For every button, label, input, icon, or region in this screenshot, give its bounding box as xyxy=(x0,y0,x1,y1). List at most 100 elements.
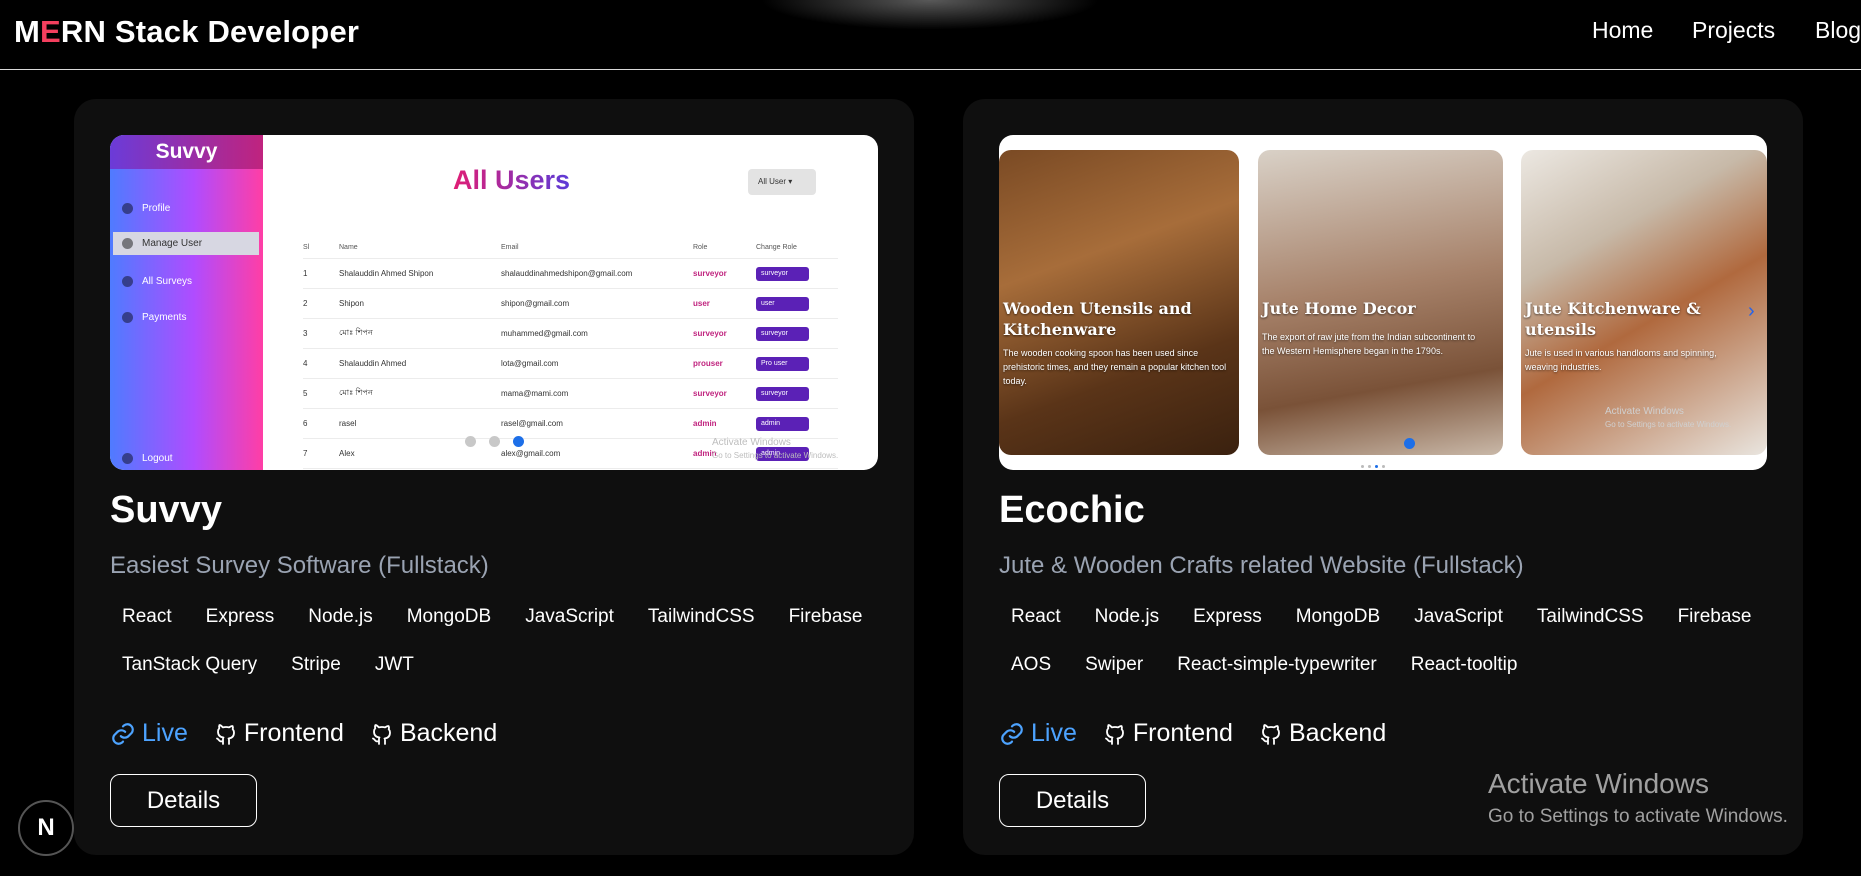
project-screenshot[interactable]: Wooden Utensils and Kitchenware The wood… xyxy=(999,135,1767,470)
windows-activation-watermark: Activate Windows Go to Settings to activ… xyxy=(1488,768,1788,828)
preview-menu-logout: Logout xyxy=(122,453,173,464)
tag: React-tooltip xyxy=(1410,654,1518,675)
carousel-dot-active[interactable] xyxy=(1404,438,1415,449)
tech-tags: React Express Node.js MongoDB JavaScript… xyxy=(110,604,890,700)
carousel-dots xyxy=(465,436,537,447)
dollar-icon xyxy=(122,312,133,323)
logo-text: RN Stack Developer xyxy=(60,14,360,49)
carousel-dot[interactable] xyxy=(1382,465,1385,468)
tag: Express xyxy=(205,606,275,627)
tag: JWT xyxy=(374,654,414,675)
github-icon xyxy=(215,723,235,745)
user-icon xyxy=(122,203,133,214)
carousel-dot-active[interactable] xyxy=(513,436,524,447)
preview-brand: Suvvy xyxy=(110,135,263,169)
link-icon xyxy=(112,722,134,745)
tag: MongoDB xyxy=(406,606,492,627)
live-link[interactable]: Live xyxy=(110,719,188,748)
details-button[interactable]: Details xyxy=(110,774,257,827)
nav-blog[interactable]: Blog xyxy=(1815,17,1861,44)
link-icon xyxy=(1001,722,1023,745)
project-links: Live Frontend Backend xyxy=(999,719,1412,748)
activate-subtitle: Go to Settings to activate Windows. xyxy=(1488,806,1788,827)
chevron-right-icon[interactable]: › xyxy=(1748,300,1755,323)
slide-jute-kitchenware: Jute Kitchenware & utensils Jute is used… xyxy=(1521,150,1767,455)
tech-tags: React Node.js Express MongoDB JavaScript… xyxy=(999,604,1779,700)
tag: React xyxy=(122,606,172,627)
slide-wooden-utensils: Wooden Utensils and Kitchenware The wood… xyxy=(999,150,1239,455)
logo-letter-e: E xyxy=(40,14,61,49)
table-row: 1 Shalauddin Ahmed Shipon shalauddinahmeds… xyxy=(303,259,838,289)
live-link[interactable]: Live xyxy=(999,719,1077,748)
carousel-dot-active[interactable] xyxy=(1375,465,1378,468)
tag: MongoDB xyxy=(1295,606,1381,627)
tag: React xyxy=(1011,606,1061,627)
list-icon xyxy=(122,276,133,287)
preview-filter-select: All User ▾ xyxy=(748,169,816,195)
preview-menu-all-surveys: All Surveys xyxy=(122,276,192,287)
top-navbar: MERN Stack Developer Home Projects Blog xyxy=(0,0,1861,70)
logo-letter-m: M xyxy=(14,14,41,49)
github-icon xyxy=(372,723,391,745)
nav-home[interactable]: Home xyxy=(1592,17,1653,44)
table-row: 5 মোঃ শিপন mama@mami.com surveyor surveyor xyxy=(303,379,838,409)
tag: Node.js xyxy=(308,606,373,627)
tag: JavaScript xyxy=(1414,606,1503,627)
preview-watermark: Activate Windows Go to Settings to activ… xyxy=(1605,406,1732,429)
tag: TailwindCSS xyxy=(1536,606,1644,627)
logout-icon xyxy=(122,453,133,464)
project-title: Ecochic xyxy=(999,489,1145,531)
tag: AOS xyxy=(1011,654,1052,675)
preview-menu-payments: Payments xyxy=(122,312,186,323)
tag: Firebase xyxy=(1677,606,1752,627)
nav-projects[interactable]: Projects xyxy=(1692,17,1775,44)
carousel-dot[interactable] xyxy=(465,436,476,447)
preview-menu-profile: Profile xyxy=(122,203,170,214)
table-row: 2 Shipon shipon@gmail.com user user xyxy=(303,289,838,319)
table-header: Sl Name Email Role Change Role xyxy=(303,237,838,259)
header-glow xyxy=(760,0,1100,30)
github-icon xyxy=(1104,723,1124,745)
details-button[interactable]: Details xyxy=(999,774,1146,827)
frontend-link[interactable]: Frontend xyxy=(1103,719,1233,748)
tag: Swiper xyxy=(1085,654,1144,675)
project-screenshot[interactable]: Suvvy Profile Manage User All Surveys Pa… xyxy=(110,135,878,470)
tag-row: React Node.js Express MongoDB JavaScript… xyxy=(999,604,1779,630)
preview-page-title: All Users xyxy=(453,165,571,195)
tag: TanStack Query xyxy=(122,654,258,675)
preview-sidebar xyxy=(110,135,263,470)
activate-title: Activate Windows xyxy=(1488,768,1709,799)
backend-link[interactable]: Backend xyxy=(370,719,497,748)
project-card-suvvy: Suvvy Profile Manage User All Surveys Pa… xyxy=(74,99,914,855)
project-title: Suvvy xyxy=(110,489,222,531)
preview-watermark: Activate Windows Go to Settings to activ… xyxy=(712,437,839,460)
project-links: Live Frontend Backend xyxy=(110,719,523,748)
tag-row: React Express Node.js MongoDB JavaScript… xyxy=(110,604,890,630)
preview-menu-manage-user: Manage User xyxy=(113,232,259,255)
slide-jute-home-decor: Jute Home Decor The export of raw jute f… xyxy=(1258,150,1503,455)
tag: Stripe xyxy=(291,654,341,675)
preview-users-table: Sl Name Email Role Change Role 1 Shalauddin A… xyxy=(303,237,838,469)
project-card-ecochic: Wooden Utensils and Kitchenware The wood… xyxy=(963,99,1803,855)
carousel-dot[interactable] xyxy=(1361,465,1364,468)
carousel-dot[interactable] xyxy=(489,436,500,447)
project-subtitle: Jute & Wooden Crafts related Website (Fu… xyxy=(999,552,1524,579)
tag: React-simple-typewriter xyxy=(1177,654,1377,675)
frontend-link[interactable]: Frontend xyxy=(214,719,344,748)
backend-link[interactable]: Backend xyxy=(1259,719,1386,748)
tag-row: TanStack Query Stripe JWT xyxy=(110,652,890,678)
nextjs-dev-badge[interactable]: N xyxy=(18,800,74,856)
tag: JavaScript xyxy=(525,606,614,627)
tag-row: AOS Swiper React-simple-typewriter React… xyxy=(999,652,1779,678)
github-icon xyxy=(1261,723,1280,745)
carousel-dots xyxy=(1361,465,1389,468)
users-icon xyxy=(122,238,133,249)
table-row: 3 মোঃ শিপন muhammed@gmail.com surveyor surve… xyxy=(303,319,838,349)
site-logo[interactable]: MERN Stack Developer xyxy=(14,14,359,50)
tag: Node.js xyxy=(1094,606,1160,627)
carousel-dot[interactable] xyxy=(1368,465,1371,468)
project-subtitle: Easiest Survey Software (Fullstack) xyxy=(110,552,489,579)
tag: TailwindCSS xyxy=(647,606,755,627)
tag: Firebase xyxy=(788,606,863,627)
table-row: 6 rasel rasel@gmail.com admin admin xyxy=(303,409,838,439)
